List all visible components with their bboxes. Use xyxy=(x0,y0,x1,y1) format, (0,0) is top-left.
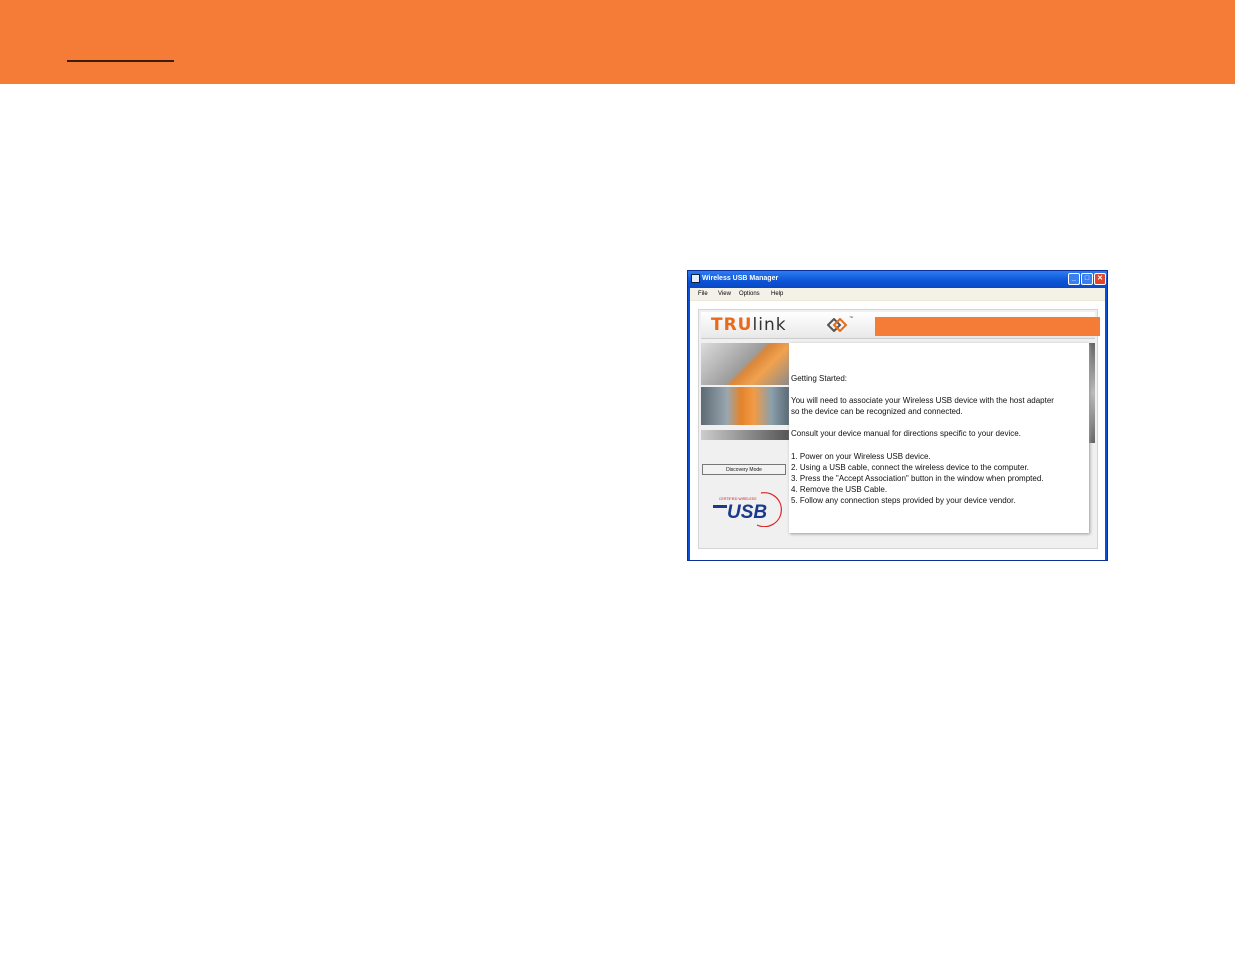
menu-help[interactable]: Help xyxy=(771,291,783,297)
inner-frame: TRUlink ™ Discovery Mode CERTIFIED WIREL… xyxy=(698,309,1100,549)
app-icon[interactable] xyxy=(691,274,700,283)
menu-options[interactable]: Options xyxy=(739,291,760,297)
title-bar[interactable]: Wireless USB Manager _ □ ✕ xyxy=(688,271,1107,288)
window-title: Wireless USB Manager xyxy=(702,275,779,282)
trulink-logo-mark-icon xyxy=(827,318,847,332)
trademark: ™ xyxy=(849,315,853,320)
window-client: File View Options Help TRUlink ™ Discove… xyxy=(690,288,1105,560)
photo-hands-keyboard xyxy=(701,387,789,425)
step-1: 1. Power on your Wireless USB device. xyxy=(791,452,931,461)
para1-line1: You will need to associate your Wireless… xyxy=(791,396,1054,405)
maximize-icon[interactable]: □ xyxy=(1081,273,1093,285)
trulink-logo: TRUlink xyxy=(711,315,787,335)
app-window: Wireless USB Manager _ □ ✕ File View Opt… xyxy=(687,270,1108,561)
usb-logo-subtext: CERTIFIED WIRELESS xyxy=(719,497,757,501)
logo-orange-strip xyxy=(875,317,1100,336)
discovery-mode-button[interactable]: Discovery Mode xyxy=(702,464,786,475)
getting-started-panel: Getting Started: You will need to associ… xyxy=(789,343,1089,533)
logo-tru-text: TRU xyxy=(711,315,753,335)
photo-person-laptop xyxy=(701,343,789,385)
logo-link-text: link xyxy=(752,315,787,335)
menu-file[interactable]: File xyxy=(698,291,708,297)
heading: Getting Started: xyxy=(791,374,848,383)
top-banner xyxy=(0,0,1235,84)
close-icon[interactable]: ✕ xyxy=(1094,273,1106,285)
menu-view[interactable]: View xyxy=(718,291,731,297)
step-5: 5. Follow any connection steps provided … xyxy=(791,496,1016,505)
step-4: 4. Remove the USB Cable. xyxy=(791,485,888,494)
usb-logo-icon: CERTIFIED WIRELESS USB xyxy=(713,492,782,527)
para2: Consult your device manual for direction… xyxy=(791,429,1021,438)
minimize-icon[interactable]: _ xyxy=(1068,273,1080,285)
banner-rule xyxy=(67,60,174,62)
usb-logo-text: USB xyxy=(727,502,767,523)
step-2: 2. Using a USB cable, connect the wirele… xyxy=(791,463,1029,472)
menu-bar: File View Options Help xyxy=(690,288,1105,300)
para1-line2: so the device can be recognized and conn… xyxy=(791,407,963,416)
logo-bar: TRUlink ™ xyxy=(701,312,1100,339)
decorative-strip xyxy=(701,430,789,440)
step-3: 3. Press the "Accept Association" button… xyxy=(791,474,1044,483)
content-area: TRUlink ™ Discovery Mode CERTIFIED WIREL… xyxy=(690,301,1105,560)
